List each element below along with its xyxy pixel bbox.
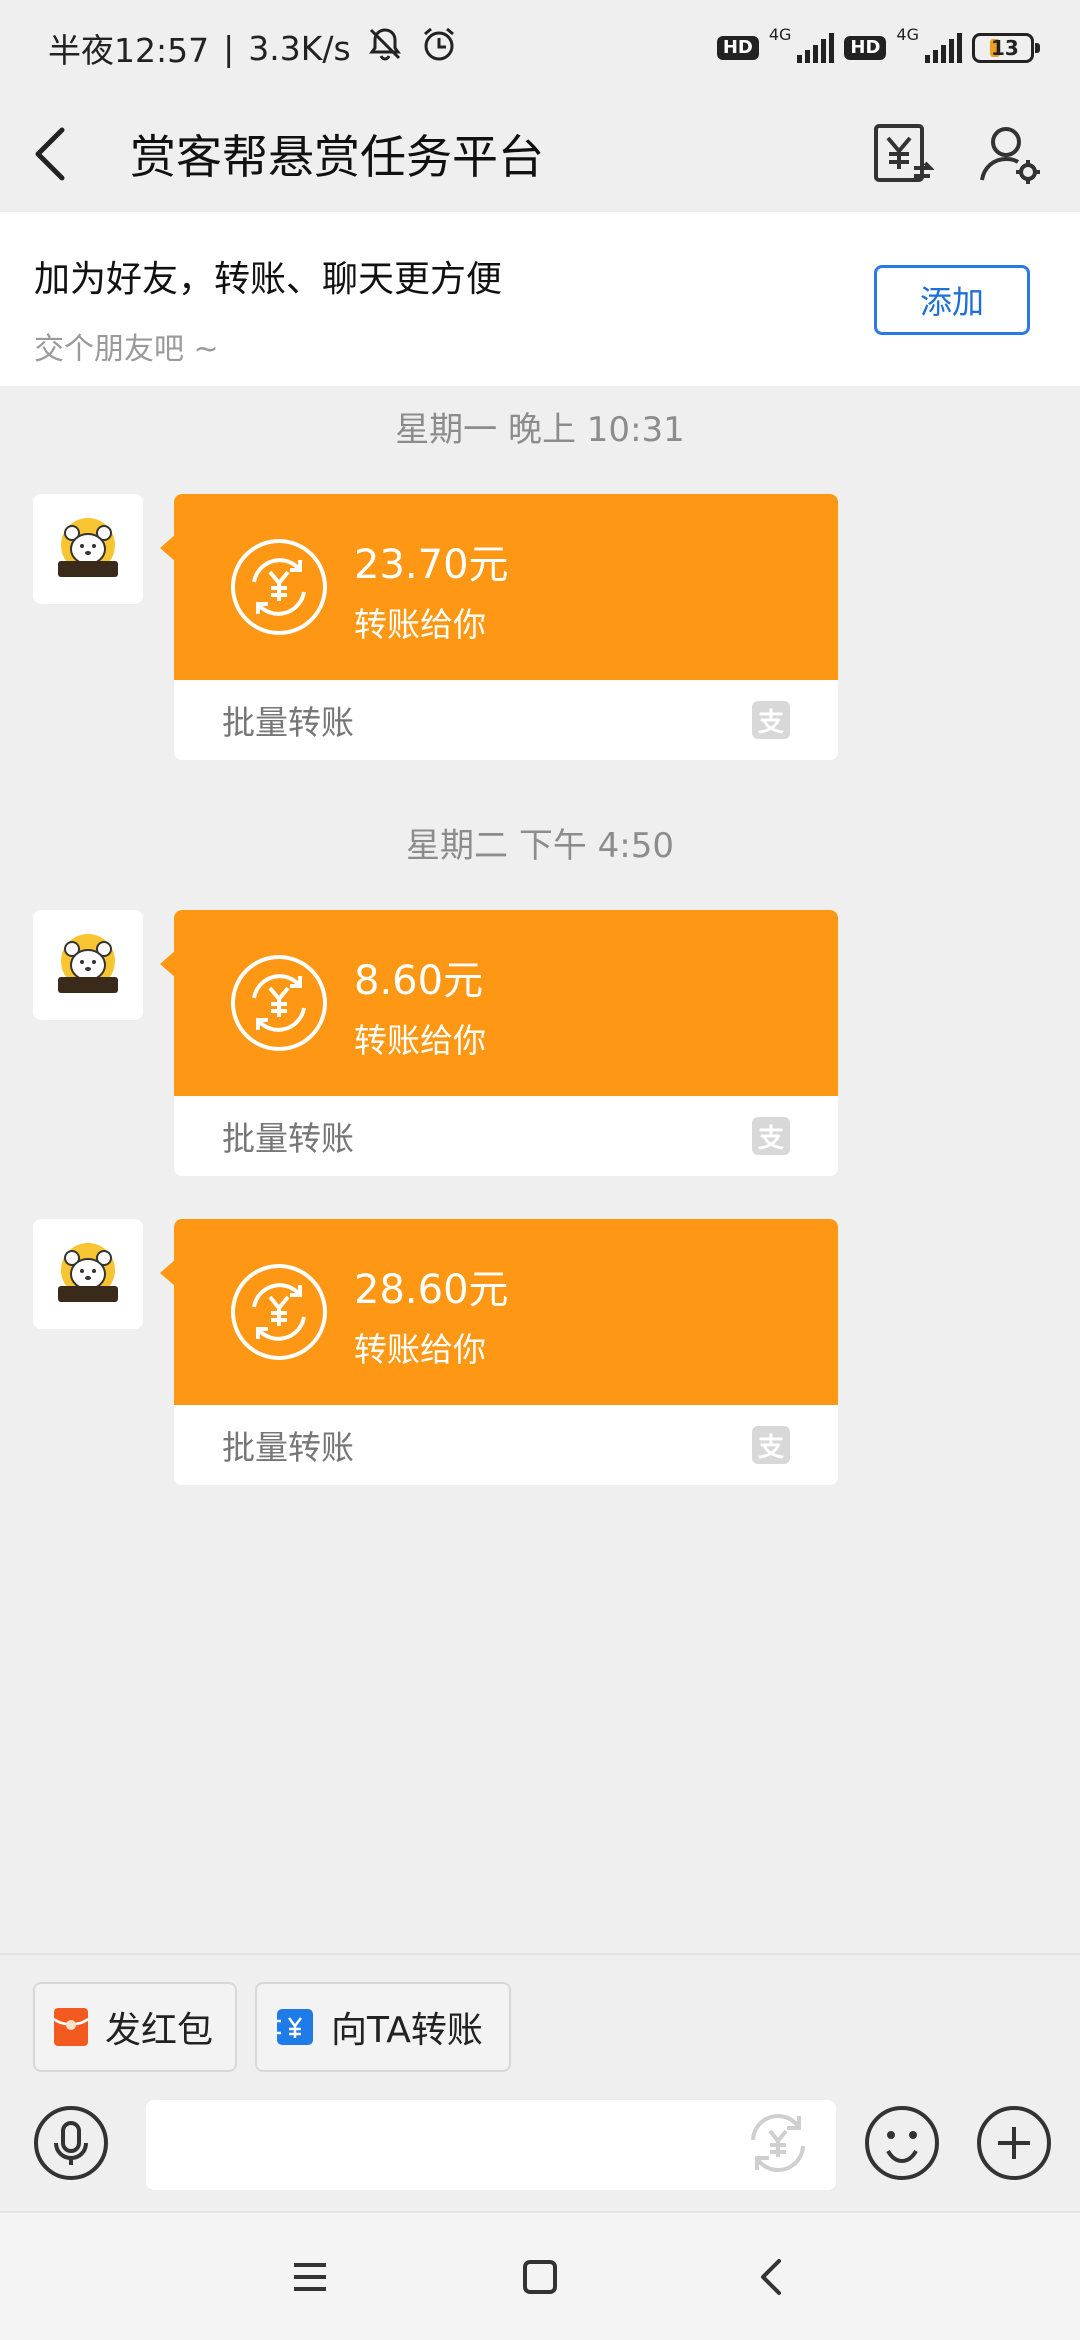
- status-separator: |: [223, 28, 235, 68]
- transfer-card-header: 23.70元 转账给你: [174, 494, 838, 680]
- transfer-message: 28.60元 转账给你 批量转账 支: [0, 1219, 1080, 1485]
- signal-icon: [797, 33, 835, 63]
- transfer-type-label: 批量转账: [222, 703, 354, 742]
- hamburger-icon: [294, 2262, 326, 2291]
- square-home-icon: [523, 2259, 557, 2294]
- battery-icon: 13: [972, 33, 1040, 63]
- red-packet-label: 发红包: [105, 2010, 214, 2051]
- plus-icon: [977, 2106, 1051, 2180]
- transfer-amount: 28.60元: [354, 1267, 509, 1313]
- transfer-card-footer: 批量转账 支: [174, 1405, 838, 1485]
- menu-nav-button[interactable]: [275, 2242, 345, 2312]
- add-friend-banner: 加为好友，转账、聊天更方便 交个朋友吧 ~ 添加: [0, 212, 1080, 386]
- transfer-description: 转账给你: [354, 1330, 486, 1369]
- transfer-card[interactable]: 8.60元 转账给你 批量转账 支: [174, 910, 838, 1176]
- network-speed: 3.3K/s: [248, 28, 351, 68]
- transfer-card[interactable]: 23.70元 转账给你 批量转账 支: [174, 494, 838, 760]
- message-input[interactable]: [146, 2100, 836, 2190]
- network-type-label-2: 4G: [896, 24, 919, 44]
- transfer-card[interactable]: 28.60元 转账给你 批量转账 支: [174, 1219, 838, 1485]
- transfer-description: 转账给你: [354, 1021, 486, 1060]
- red-packet-button[interactable]: 发红包: [33, 1982, 237, 2072]
- system-nav-bar: [0, 2211, 1080, 2340]
- transfer-card-header: 28.60元 转账给你: [174, 1219, 838, 1405]
- yuan-transfer-icon: [231, 955, 327, 1051]
- transfer-message: 23.70元 转账给你 批量转账 支: [0, 494, 1080, 760]
- chat-timestamp-2: 星期二 下午 4:50: [406, 826, 674, 866]
- bear-logo-icon: [58, 1243, 118, 1302]
- voice-button[interactable]: [33, 2105, 109, 2181]
- transfer-to-user-label: 向TA转账: [331, 2010, 483, 2051]
- status-left: 半夜12:57 | 3.3K/s: [48, 24, 459, 72]
- yuan-transfer-icon: [231, 539, 327, 635]
- alipay-icon: 支: [752, 1426, 790, 1464]
- input-transfer-button[interactable]: [740, 2105, 816, 2181]
- yuan-circle-icon: [751, 2114, 805, 2172]
- title-bar: 赏客帮悬赏任务平台: [0, 96, 1080, 212]
- red-packet-icon: [53, 2008, 89, 2046]
- quick-actions-bar: 发红包 向TA转账: [0, 1953, 1080, 2083]
- status-right: HD 4G HD 4G 13: [716, 25, 1040, 63]
- transfer-card-icon: [277, 2009, 313, 2045]
- home-nav-button[interactable]: [505, 2242, 575, 2312]
- page-title: 赏客帮悬赏任务平台: [130, 130, 544, 184]
- avatar[interactable]: [33, 494, 143, 604]
- transfer-card-footer: 批量转账 支: [174, 1096, 838, 1176]
- yuan-transfer-icon: [231, 1264, 327, 1360]
- avatar[interactable]: [33, 910, 143, 1020]
- transfer-card-header: 8.60元 转账给你: [174, 910, 838, 1096]
- transfer-message: 8.60元 转账给你 批量转账 支: [0, 910, 1080, 1176]
- alipay-icon: 支: [752, 1117, 790, 1155]
- status-bar: 半夜12:57 | 3.3K/s HD 4G HD 4G 13: [0, 0, 1080, 96]
- bear-logo-icon: [58, 518, 118, 577]
- status-time: 半夜12:57: [48, 31, 210, 70]
- chat-screen: 半夜12:57 | 3.3K/s HD 4G HD 4G 13 赏客帮悬赏任务平…: [0, 0, 1080, 2340]
- more-button[interactable]: [976, 2105, 1052, 2181]
- alipay-icon: 支: [752, 701, 790, 739]
- transfer-type-label: 批量转账: [222, 1428, 354, 1467]
- user-settings-icon: [980, 127, 1040, 184]
- transfer-amount: 8.60元: [354, 958, 484, 1004]
- transfer-description: 转账给你: [354, 605, 486, 644]
- transfer-card-footer: 批量转账 支: [174, 680, 838, 760]
- transfer-type-label: 批量转账: [222, 1119, 354, 1158]
- back-button[interactable]: [30, 114, 100, 194]
- back-chevron-icon: [35, 127, 65, 181]
- signal-icon-2: [925, 33, 962, 63]
- emoji-button[interactable]: [864, 2105, 940, 2181]
- input-bar: [0, 2083, 1080, 2211]
- bear-logo-icon: [58, 934, 118, 993]
- hd-badge: HD: [716, 36, 759, 60]
- alarm-icon: [419, 24, 459, 72]
- smiley-icon: [865, 2106, 939, 2180]
- mute-bell-icon: [365, 24, 405, 72]
- chat-timestamp: 星期一 晚上 10:31: [395, 410, 685, 450]
- transfer-to-user-button[interactable]: 向TA转账: [255, 1982, 511, 2072]
- transfer-yuan-icon: [874, 124, 934, 182]
- profile-settings-button[interactable]: [970, 114, 1050, 194]
- avatar[interactable]: [33, 1219, 143, 1329]
- back-triangle-icon: [761, 2258, 781, 2295]
- back-nav-button[interactable]: [735, 2242, 805, 2312]
- add-friend-button[interactable]: 添加: [874, 265, 1030, 335]
- hd-badge-2: HD: [844, 36, 887, 60]
- network-type-label: 4G: [768, 24, 792, 44]
- transfer-amount: 23.70元: [354, 542, 509, 588]
- battery-level: 13: [991, 36, 1019, 60]
- microphone-icon: [34, 2106, 108, 2180]
- transfer-button[interactable]: [862, 114, 942, 194]
